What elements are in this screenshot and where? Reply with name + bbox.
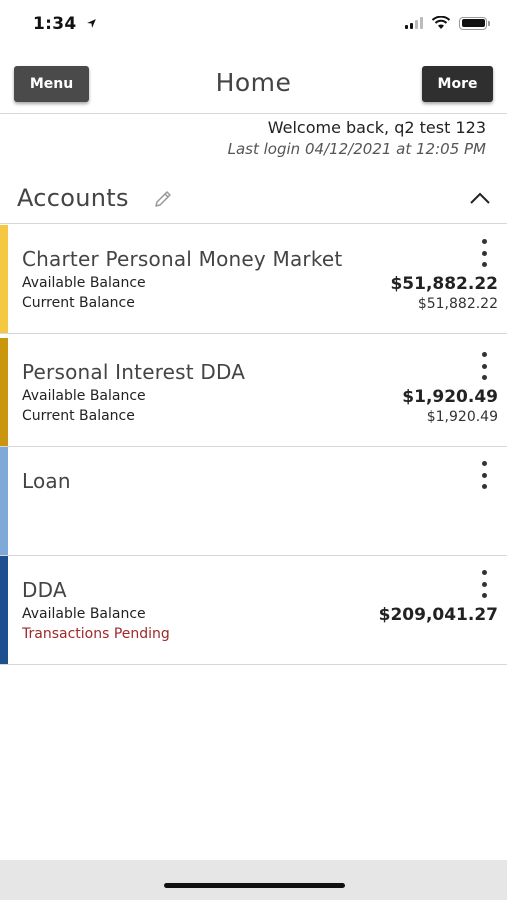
account-card[interactable]: Charter Personal Money Market Available … (0, 225, 507, 334)
account-card[interactable]: Loan (0, 447, 507, 556)
account-card[interactable]: DDA Available Balance $209,041.27 Transa… (0, 556, 507, 665)
welcome-message: Welcome back, q2 test 123 (267, 118, 486, 137)
more-button[interactable]: More (422, 66, 493, 102)
account-color-bar (0, 447, 8, 555)
more-options-icon[interactable] (479, 239, 489, 267)
account-card[interactable]: Personal Interest DDA Available Balance … (0, 338, 507, 447)
status-time-text: 1:34 (33, 14, 77, 34)
account-name: DDA (22, 578, 67, 602)
status-icons (405, 16, 490, 30)
account-color-bar (0, 225, 8, 333)
account-name: Personal Interest DDA (22, 360, 246, 384)
battery-icon (459, 16, 490, 30)
bottom-bar (0, 860, 507, 900)
status-bar: 1:34 (0, 0, 507, 50)
more-options-icon[interactable] (479, 461, 489, 489)
available-balance-label: Available Balance (22, 388, 146, 404)
available-balance-label: Available Balance (22, 606, 146, 622)
available-balance-amount: $1,920.49 (402, 387, 498, 407)
transactions-pending-label: Transactions Pending (22, 626, 170, 642)
current-balance-amount: $1,920.49 (426, 409, 498, 425)
location-arrow-icon (86, 18, 97, 32)
current-balance-label: Current Balance (22, 295, 135, 311)
account-name: Charter Personal Money Market (22, 247, 343, 271)
status-time: 1:34 (33, 14, 97, 34)
last-login-text: Last login 04/12/2021 at 12:05 PM (227, 140, 486, 158)
accounts-header: Accounts (0, 176, 507, 224)
welcome-section: Welcome back, q2 test 123 Last login 04/… (228, 118, 486, 158)
account-color-bar (0, 338, 8, 446)
available-balance-label: Available Balance (22, 275, 146, 291)
more-options-icon[interactable] (479, 352, 489, 380)
available-balance-amount: $51,882.22 (390, 274, 498, 294)
pencil-icon[interactable] (152, 188, 174, 210)
app-header: Menu Home More (0, 50, 507, 114)
accounts-title: Accounts (17, 184, 129, 212)
chevron-up-icon[interactable] (469, 190, 491, 206)
more-options-icon[interactable] (479, 570, 489, 598)
home-indicator[interactable] (164, 883, 345, 888)
account-color-bar (0, 556, 8, 664)
cellular-signal-icon (405, 17, 423, 29)
wifi-icon (431, 16, 451, 29)
account-name: Loan (22, 469, 71, 493)
available-balance-amount: $209,041.27 (378, 605, 498, 625)
current-balance-amount: $51,882.22 (417, 296, 498, 312)
current-balance-label: Current Balance (22, 408, 135, 424)
